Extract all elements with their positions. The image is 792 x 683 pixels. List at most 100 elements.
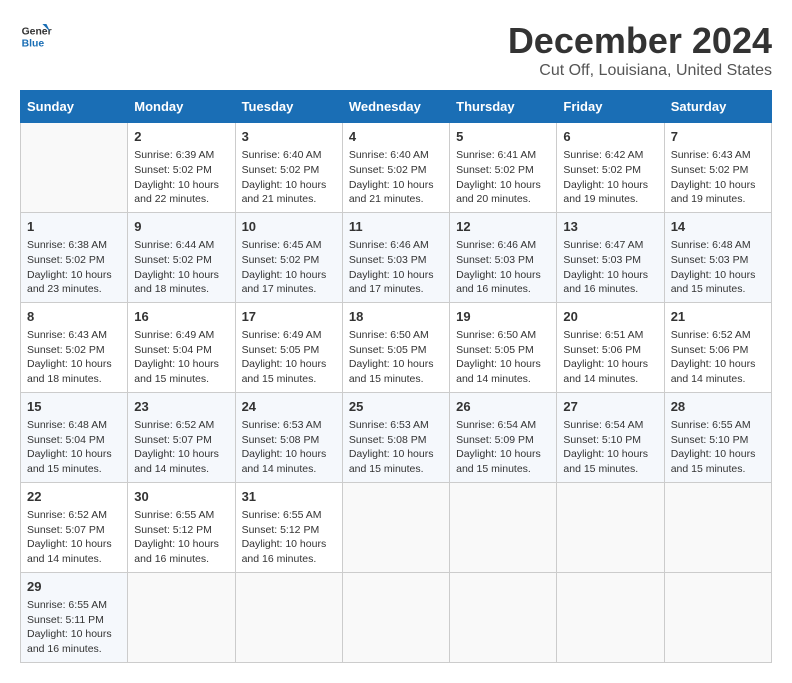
- day-number: 6: [563, 128, 657, 146]
- cell-content: Sunrise: 6:55 AM: [671, 418, 765, 433]
- cell-content: Daylight: 10 hours: [563, 447, 657, 462]
- cell-content: Daylight: 10 hours: [27, 268, 121, 283]
- calendar-cell: 3Sunrise: 6:40 AMSunset: 5:02 PMDaylight…: [235, 123, 342, 213]
- day-number: 22: [27, 488, 121, 506]
- calendar-row: 2Sunrise: 6:39 AMSunset: 5:02 PMDaylight…: [21, 123, 772, 213]
- cell-content: and 16 minutes.: [456, 282, 550, 297]
- cell-content: Sunrise: 6:46 AM: [349, 238, 443, 253]
- header-friday: Friday: [557, 91, 664, 123]
- cell-content: Sunrise: 6:54 AM: [563, 418, 657, 433]
- day-number: 27: [563, 398, 657, 416]
- calendar-cell: [128, 572, 235, 662]
- month-title: December 2024: [508, 20, 772, 62]
- day-number: 29: [27, 578, 121, 596]
- cell-content: Daylight: 10 hours: [456, 268, 550, 283]
- cell-content: Sunset: 5:09 PM: [456, 433, 550, 448]
- day-number: 28: [671, 398, 765, 416]
- cell-content: and 18 minutes.: [134, 282, 228, 297]
- day-number: 19: [456, 308, 550, 326]
- cell-content: and 16 minutes.: [242, 552, 336, 567]
- cell-content: Sunrise: 6:53 AM: [349, 418, 443, 433]
- day-number: 14: [671, 218, 765, 236]
- calendar-cell: 27Sunrise: 6:54 AMSunset: 5:10 PMDayligh…: [557, 392, 664, 482]
- day-number: 9: [134, 218, 228, 236]
- calendar-cell: 25Sunrise: 6:53 AMSunset: 5:08 PMDayligh…: [342, 392, 449, 482]
- cell-content: Sunrise: 6:52 AM: [134, 418, 228, 433]
- calendar-cell: [557, 482, 664, 572]
- calendar-cell: 28Sunrise: 6:55 AMSunset: 5:10 PMDayligh…: [664, 392, 771, 482]
- cell-content: Sunset: 5:03 PM: [456, 253, 550, 268]
- cell-content: Sunset: 5:06 PM: [563, 343, 657, 358]
- cell-content: Daylight: 10 hours: [671, 357, 765, 372]
- cell-content: Sunrise: 6:53 AM: [242, 418, 336, 433]
- cell-content: Daylight: 10 hours: [242, 357, 336, 372]
- cell-content: and 15 minutes.: [27, 462, 121, 477]
- calendar-cell: 31Sunrise: 6:55 AMSunset: 5:12 PMDayligh…: [235, 482, 342, 572]
- cell-content: and 14 minutes.: [563, 372, 657, 387]
- calendar-cell: [450, 572, 557, 662]
- calendar-cell: 1Sunrise: 6:38 AMSunset: 5:02 PMDaylight…: [21, 212, 128, 302]
- day-number: 11: [349, 218, 443, 236]
- cell-content: Sunrise: 6:40 AM: [349, 148, 443, 163]
- calendar-cell: 8Sunrise: 6:43 AMSunset: 5:02 PMDaylight…: [21, 302, 128, 392]
- cell-content: and 18 minutes.: [27, 372, 121, 387]
- cell-content: and 15 minutes.: [671, 462, 765, 477]
- cell-content: Sunset: 5:03 PM: [349, 253, 443, 268]
- cell-content: Sunset: 5:05 PM: [456, 343, 550, 358]
- cell-content: Sunrise: 6:40 AM: [242, 148, 336, 163]
- cell-content: Sunset: 5:02 PM: [134, 163, 228, 178]
- calendar-cell: 17Sunrise: 6:49 AMSunset: 5:05 PMDayligh…: [235, 302, 342, 392]
- header-saturday: Saturday: [664, 91, 771, 123]
- cell-content: Sunset: 5:05 PM: [242, 343, 336, 358]
- calendar-cell: 9Sunrise: 6:44 AMSunset: 5:02 PMDaylight…: [128, 212, 235, 302]
- cell-content: Daylight: 10 hours: [27, 627, 121, 642]
- cell-content: Sunset: 5:02 PM: [563, 163, 657, 178]
- cell-content: Daylight: 10 hours: [671, 178, 765, 193]
- cell-content: Sunset: 5:03 PM: [671, 253, 765, 268]
- calendar-cell: 19 Sunrise: 6:50 AMSunset: 5:05 PMDayligh…: [450, 302, 557, 392]
- cell-content: and 22 minutes.: [134, 192, 228, 207]
- cell-content: Daylight: 10 hours: [27, 357, 121, 372]
- calendar-cell: 21Sunrise: 6:52 AMSunset: 5:06 PMDayligh…: [664, 302, 771, 392]
- cell-content: Sunrise: 6:48 AM: [27, 418, 121, 433]
- cell-content: Sunrise: 6:49 AM: [134, 328, 228, 343]
- day-number: 30: [134, 488, 228, 506]
- cell-content: Sunset: 5:02 PM: [27, 343, 121, 358]
- cell-content: Sunrise: 6:39 AM: [134, 148, 228, 163]
- calendar-cell: [342, 572, 449, 662]
- calendar-cell: [21, 123, 128, 213]
- cell-content: Sunset: 5:02 PM: [27, 253, 121, 268]
- cell-content: Sunrise: 6:41 AM: [456, 148, 550, 163]
- cell-content: Sunset: 5:12 PM: [134, 523, 228, 538]
- cell-content: Sunset: 5:12 PM: [242, 523, 336, 538]
- cell-content: Daylight: 10 hours: [242, 178, 336, 193]
- calendar-cell: 10Sunrise: 6:45 AMSunset: 5:02 PMDayligh…: [235, 212, 342, 302]
- calendar-cell: 6Sunrise: 6:42 AMSunset: 5:02 PMDaylight…: [557, 123, 664, 213]
- day-number: 31: [242, 488, 336, 506]
- cell-content: Sunset: 5:06 PM: [671, 343, 765, 358]
- cell-content: Sunrise: 6:43 AM: [27, 328, 121, 343]
- cell-content: Daylight: 10 hours: [134, 268, 228, 283]
- cell-content: Sunrise: 6:50 AM: [456, 328, 550, 343]
- cell-content: Sunrise: 6:47 AM: [563, 238, 657, 253]
- calendar-cell: 5Sunrise: 6:41 AMSunset: 5:02 PMDaylight…: [450, 123, 557, 213]
- header-wednesday: Wednesday: [342, 91, 449, 123]
- cell-content: Daylight: 10 hours: [349, 447, 443, 462]
- cell-content: and 14 minutes.: [27, 552, 121, 567]
- cell-content: Sunset: 5:04 PM: [134, 343, 228, 358]
- cell-content: Sunset: 5:03 PM: [563, 253, 657, 268]
- cell-content: Daylight: 10 hours: [456, 357, 550, 372]
- day-number: 25: [349, 398, 443, 416]
- cell-content: and 15 minutes.: [134, 372, 228, 387]
- calendar-cell: 30Sunrise: 6:55 AMSunset: 5:12 PMDayligh…: [128, 482, 235, 572]
- calendar-table: SundayMondayTuesdayWednesdayThursdayFrid…: [20, 90, 772, 663]
- cell-content: Sunrise: 6:55 AM: [242, 508, 336, 523]
- cell-content: Daylight: 10 hours: [671, 268, 765, 283]
- logo-icon: General Blue: [20, 20, 52, 52]
- cell-content: Sunrise: 6:54 AM: [456, 418, 550, 433]
- cell-content: Sunrise: 6:48 AM: [671, 238, 765, 253]
- cell-content: Daylight: 10 hours: [349, 268, 443, 283]
- cell-content: Daylight: 10 hours: [671, 447, 765, 462]
- cell-content: Sunrise: 6:55 AM: [27, 598, 121, 613]
- title-area: December 2024 Cut Off, Louisiana, United…: [508, 20, 772, 80]
